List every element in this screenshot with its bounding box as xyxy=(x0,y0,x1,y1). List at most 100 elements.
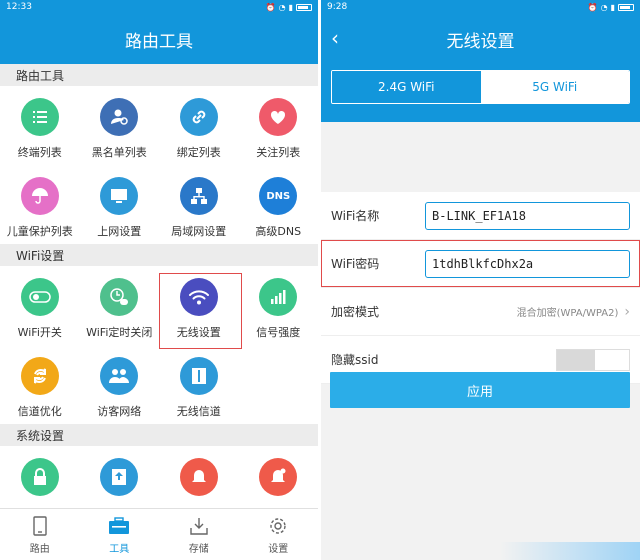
alarm-icon: ⏰ xyxy=(265,2,276,12)
signal-status-icon: ▮ xyxy=(610,2,615,12)
nav-item-label: 设置 xyxy=(268,543,289,555)
network-icon xyxy=(179,177,218,215)
tool-item-label: 无线信道 xyxy=(176,405,221,418)
tool-item[interactable]: 关注列表 xyxy=(239,86,319,165)
wifi-icon xyxy=(179,278,218,316)
tool-item[interactable]: 访客网络 xyxy=(80,345,160,424)
tool-item[interactable]: 终端列表 xyxy=(0,86,80,165)
hide-ssid-label: 隐藏ssid xyxy=(331,353,379,367)
back-arrow-icon[interactable]: ‹ xyxy=(331,26,339,50)
tool-item[interactable] xyxy=(159,446,239,496)
section-header-system-settings: 系统设置 xyxy=(0,424,318,446)
band-tabs-container: 2.4G WiFi 5G WiFi xyxy=(321,64,640,122)
tool-item[interactable]: 儿童保护列表 xyxy=(0,165,80,244)
encryption-label: 加密模式 xyxy=(331,305,380,319)
tool-item-label: 无线设置 xyxy=(176,326,221,339)
tool-item[interactable]: 黑名单列表 xyxy=(80,86,160,165)
gear-icon xyxy=(268,515,288,537)
tool-item[interactable]: 信道优化 xyxy=(0,345,80,424)
tool-item[interactable]: 无线信道 xyxy=(159,345,239,424)
alarm-icon: ⏰ xyxy=(587,2,598,12)
status-time: 12:33 xyxy=(6,2,32,12)
page-title-right: 无线设置 xyxy=(446,31,515,52)
toggle-icon xyxy=(20,278,59,316)
tab-5g-wifi[interactable]: 5G WiFi xyxy=(480,71,629,103)
tool-item-label: 访客网络 xyxy=(97,405,142,418)
tool-item-label: 绑定列表 xyxy=(176,146,221,159)
download-box-icon xyxy=(189,515,209,537)
tool-item-label: 信号强度 xyxy=(256,326,301,339)
band-tabs: 2.4G WiFi 5G WiFi xyxy=(331,70,630,104)
password-input[interactable] xyxy=(425,249,630,278)
section-header-router-tools: 路由工具 xyxy=(0,64,318,86)
nav-item[interactable]: 路由 xyxy=(0,509,80,560)
guests-icon xyxy=(100,357,139,395)
system-settings-grid xyxy=(0,446,318,496)
channel-icon xyxy=(179,357,218,395)
monitor-icon xyxy=(100,177,139,215)
tool-item-label: 信道优化 xyxy=(17,405,62,418)
section-header-wifi-settings: WiFi设置 xyxy=(0,244,318,266)
app-bar-right: ‹ 无线设置 xyxy=(321,14,640,64)
ssid-input[interactable] xyxy=(425,201,630,230)
tool-item-label: WiFi定时关闭 xyxy=(86,326,153,339)
lock-icon xyxy=(20,458,59,496)
wifi-status-icon: ◔ xyxy=(600,2,608,12)
tool-item[interactable]: 绑定列表 xyxy=(159,86,239,165)
tab-2g-wifi[interactable]: 2.4G WiFi xyxy=(332,71,481,103)
dns-glyph: DNS xyxy=(266,190,291,202)
wifi-status-icon: ◔ xyxy=(278,2,286,12)
chevron-right-icon: › xyxy=(624,303,630,320)
signal-icon xyxy=(259,278,298,316)
nav-item[interactable]: 存储 xyxy=(159,509,239,560)
nav-item[interactable]: 工具 xyxy=(80,509,160,560)
ssid-label: WiFi名称 xyxy=(331,209,380,223)
tool-item[interactable]: 上网设置 xyxy=(80,165,160,244)
tool-item[interactable] xyxy=(80,446,160,496)
tool-item-label: 儿童保护列表 xyxy=(6,225,73,238)
tool-item[interactable] xyxy=(0,446,80,496)
dns-icon: DNS xyxy=(259,177,298,215)
tool-item-label: 关注列表 xyxy=(256,146,301,159)
apply-button[interactable]: 应用 xyxy=(330,372,630,408)
password-label: WiFi密码 xyxy=(331,257,380,271)
wifi-timer-icon xyxy=(100,278,139,316)
encryption-value: 混合加密(WPA/WPA2) xyxy=(516,308,619,319)
battery-icon xyxy=(296,3,312,11)
router-tools-screen: 12:33 ⏰ ◔ ▮ 路由工具 路由工具 终端列表 黑名单列表 绑定列表 关注列表儿… xyxy=(0,0,318,560)
user-block-icon xyxy=(100,98,139,136)
tool-item[interactable]: WiFi开关 xyxy=(0,266,80,345)
tool-item[interactable] xyxy=(239,446,319,496)
wireless-settings-screen: 9:28 ⏰ ◔ ▮ ‹ 无线设置 2.4G WiFi 5G WiFi WiFi… xyxy=(321,0,640,560)
umbrella-icon xyxy=(20,177,59,215)
tool-item[interactable]: 信号强度 xyxy=(239,266,319,345)
tool-item[interactable]: 局域网设置 xyxy=(159,165,239,244)
link-icon xyxy=(179,98,218,136)
tool-item-label: 高级DNS xyxy=(255,225,302,238)
status-time-right: 9:28 xyxy=(327,2,348,12)
ssid-row: WiFi名称 xyxy=(321,192,640,240)
tool-item-label: 终端列表 xyxy=(17,146,62,159)
hide-ssid-toggle[interactable] xyxy=(556,348,630,371)
decorative-gradient xyxy=(500,542,640,560)
upload-icon xyxy=(100,458,139,496)
bottom-navigation: 路由 工具 存储 设置 xyxy=(0,508,318,560)
tool-item-label: 局域网设置 xyxy=(171,225,227,238)
wifi-form: WiFi名称 WiFi密码 加密模式 混合加密(WPA/WPA2) › 隐藏ss… xyxy=(321,192,640,384)
tool-item[interactable]: DNS 高级DNS xyxy=(239,165,319,244)
bell-icon xyxy=(179,458,218,496)
heart-icon xyxy=(259,98,298,136)
status-bar-right: 9:28 ⏰ ◔ ▮ xyxy=(321,0,640,14)
app-bar: 路由工具 xyxy=(0,14,318,64)
nav-item-label: 工具 xyxy=(109,543,130,555)
signal-status-icon: ▮ xyxy=(288,2,293,12)
nav-item[interactable]: 设置 xyxy=(239,509,319,560)
tool-item[interactable]: WiFi定时关闭 xyxy=(80,266,160,345)
tool-item[interactable]: 无线设置 xyxy=(159,266,239,345)
tool-item-label: WiFi开关 xyxy=(17,326,62,339)
encryption-row[interactable]: 加密模式 混合加密(WPA/WPA2) › xyxy=(321,288,640,336)
password-row: WiFi密码 xyxy=(321,240,640,288)
channel-optimize-icon xyxy=(20,357,59,395)
bell-alert-icon xyxy=(259,458,298,496)
screenshot: 12:33 ⏰ ◔ ▮ 路由工具 路由工具 终端列表 黑名单列表 绑定列表 关注列表儿… xyxy=(0,0,640,560)
